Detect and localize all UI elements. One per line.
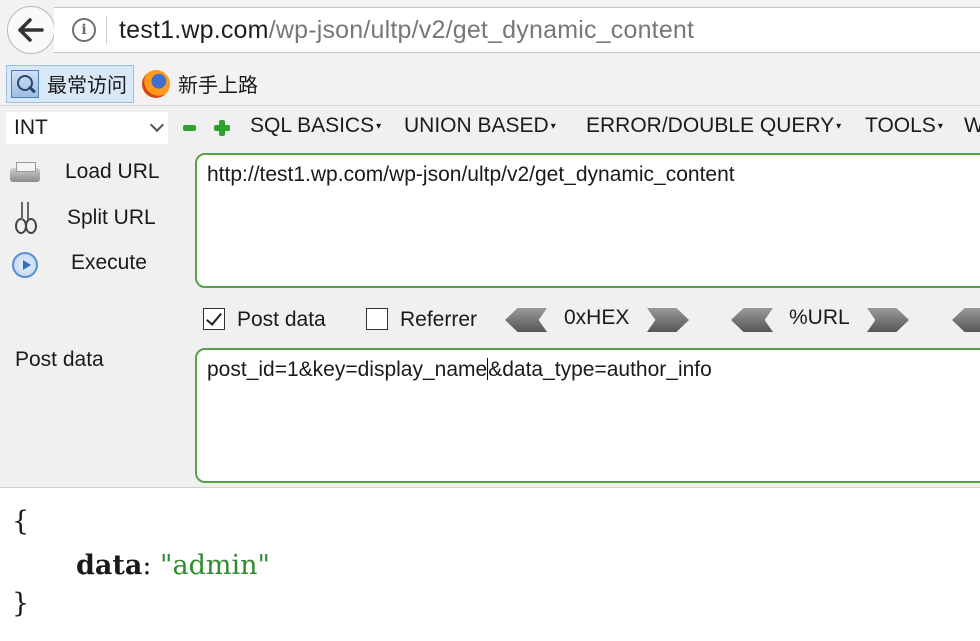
post-data-value-part2: &data_type=author_info bbox=[488, 358, 712, 381]
bookmark-most-visited[interactable]: 最常访问 bbox=[6, 64, 134, 103]
menu-label: W bbox=[964, 114, 980, 137]
response-body: { data: "admin" } bbox=[0, 488, 980, 641]
bookmark-label: 最常访问 bbox=[47, 75, 127, 97]
post-data-value-part1: post_id=1&key=display_name bbox=[207, 358, 488, 381]
url-textarea[interactable]: http://test1.wp.com/wp-json/ultp/v2/get_… bbox=[195, 153, 980, 288]
next-encode-left-arrow-icon[interactable] bbox=[952, 308, 980, 332]
play-icon bbox=[12, 252, 38, 278]
hex-encode-left-arrow-icon[interactable] bbox=[505, 308, 547, 332]
json-value: "admin" bbox=[160, 550, 270, 581]
url-encode-label: %URL bbox=[789, 306, 850, 329]
scissors-icon bbox=[12, 202, 38, 234]
url-encode-left-arrow-icon[interactable] bbox=[731, 308, 773, 332]
url-field[interactable]: i test1.wp.com/wp-json/ultp/v2/get_dynam… bbox=[54, 7, 980, 53]
execute-button[interactable]: Execute bbox=[12, 251, 147, 278]
caret-down-icon: ▾ bbox=[937, 120, 943, 132]
firefox-icon bbox=[142, 69, 170, 98]
post-data-checkbox[interactable] bbox=[203, 308, 225, 330]
caret-down-icon: ▾ bbox=[376, 120, 382, 132]
type-select-value: INT bbox=[14, 116, 48, 139]
post-data-textarea[interactable]: post_id=1&key=display_name&data_type=aut… bbox=[195, 348, 980, 483]
menu-union-based[interactable]: UNION BASED ▾ bbox=[404, 114, 556, 138]
hex-encode-right-arrow-icon[interactable] bbox=[647, 308, 689, 332]
json-key: data bbox=[76, 550, 143, 581]
caret-down-icon: ▾ bbox=[550, 120, 556, 132]
load-url-button[interactable]: Load URL bbox=[10, 160, 160, 184]
url-path: /wp-json/ultp/v2/get_dynamic_content bbox=[268, 15, 695, 44]
menu-label: UNION BASED bbox=[404, 114, 549, 137]
json-close-brace: } bbox=[12, 588, 30, 619]
url-host: test1.wp.com bbox=[119, 15, 269, 44]
url-encode-right-arrow-icon[interactable] bbox=[867, 308, 909, 332]
split-url-button[interactable]: Split URL bbox=[12, 202, 156, 234]
load-url-icon bbox=[10, 162, 40, 184]
url-textarea-value: http://test1.wp.com/wp-json/ultp/v2/get_… bbox=[207, 163, 735, 186]
post-data-option-label: Post data bbox=[237, 308, 326, 331]
url-separator bbox=[106, 16, 107, 44]
post-data-label: Post data bbox=[15, 348, 104, 371]
address-bar: i test1.wp.com/wp-json/ultp/v2/get_dynam… bbox=[0, 0, 980, 62]
menu-label: TOOLS bbox=[865, 114, 936, 137]
type-select[interactable]: INT bbox=[6, 112, 168, 144]
back-button[interactable] bbox=[7, 6, 55, 54]
bookmarks-bar: 最常访问 新手上路 bbox=[0, 62, 980, 106]
execute-label: Execute bbox=[71, 251, 147, 274]
chevron-down-icon bbox=[149, 117, 165, 133]
bookmark-label: 新手上路 bbox=[178, 75, 258, 97]
menu-tools[interactable]: TOOLS ▾ bbox=[865, 114, 943, 138]
menu-label: SQL BASICS bbox=[250, 114, 375, 137]
plus-icon[interactable] bbox=[214, 120, 230, 136]
menu-truncated[interactable]: W bbox=[964, 114, 980, 138]
minus-icon[interactable] bbox=[183, 125, 196, 131]
referrer-checkbox[interactable] bbox=[366, 308, 388, 330]
referrer-option-label: Referrer bbox=[400, 308, 478, 331]
options-row: Post data Referrer 0xHEX %URL bbox=[0, 303, 980, 339]
menu-sql-basics[interactable]: SQL BASICS ▾ bbox=[250, 114, 381, 138]
url-text[interactable]: test1.wp.com/wp-json/ultp/v2/get_dynamic… bbox=[119, 16, 694, 45]
menu-error-double-query[interactable]: ERROR/DOUBLE QUERY ▾ bbox=[586, 114, 841, 138]
menu-label: ERROR/DOUBLE QUERY bbox=[586, 114, 835, 137]
bookmark-getting-started[interactable]: 新手上路 bbox=[142, 69, 258, 98]
caret-down-icon: ▾ bbox=[836, 120, 842, 132]
json-pair: data: "admin" bbox=[76, 550, 270, 581]
json-colon: : bbox=[142, 550, 152, 581]
magnifier-icon bbox=[11, 69, 39, 98]
hackbar-toolbar: INT SQL BASICS ▾ UNION BASED ▾ ERROR/DOUBL… bbox=[0, 106, 980, 148]
hex-label: 0xHEX bbox=[564, 306, 630, 329]
split-url-label: Split URL bbox=[67, 206, 156, 229]
hackbar-panel: INT SQL BASICS ▾ UNION BASED ▾ ERROR/DOUBL… bbox=[0, 106, 980, 488]
back-arrow-icon bbox=[18, 18, 44, 42]
load-url-label: Load URL bbox=[65, 160, 160, 183]
json-open-brace: { bbox=[12, 506, 30, 537]
info-icon[interactable]: i bbox=[72, 18, 96, 42]
